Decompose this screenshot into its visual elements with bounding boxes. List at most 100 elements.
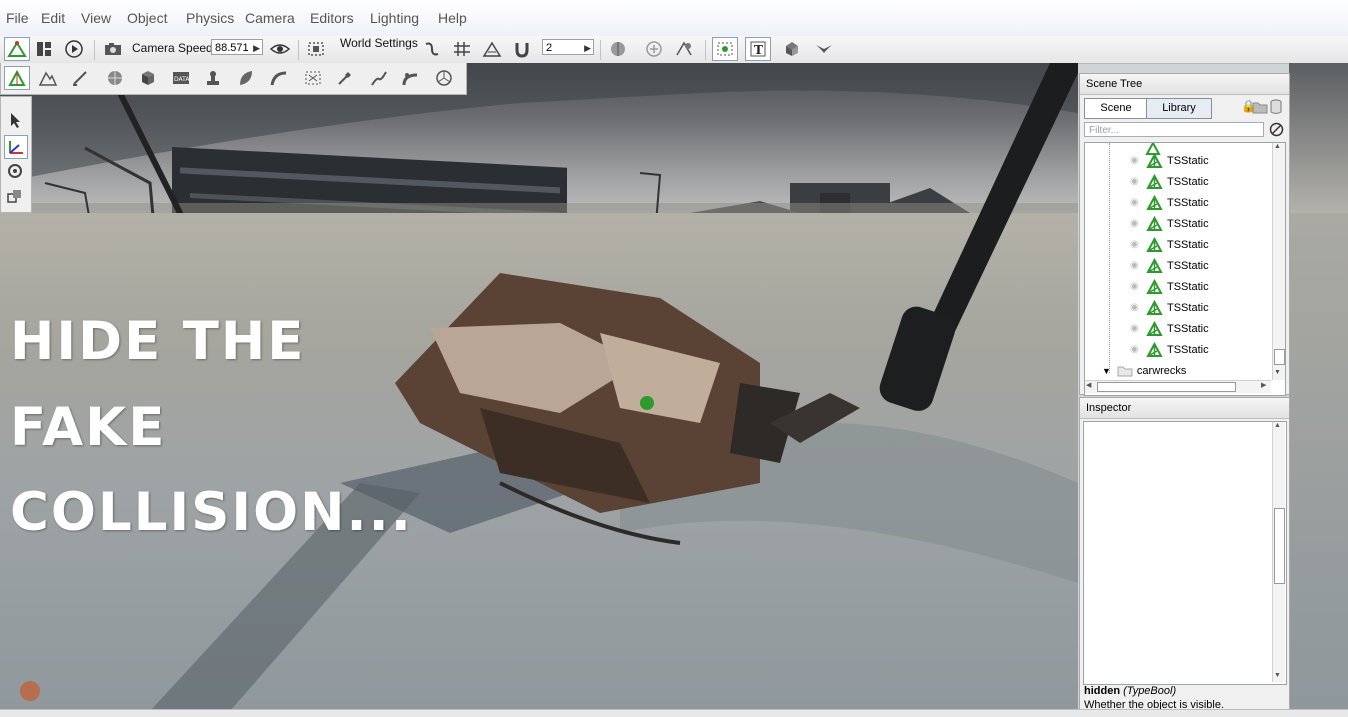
menu-bar: File Edit View Object Physics Camera Edi…	[0, 0, 1348, 37]
move-tool[interactable]	[4, 135, 28, 159]
scrollbar-thumb[interactable]	[1097, 382, 1236, 392]
world-editor-button[interactable]	[4, 37, 30, 61]
menu-file[interactable]: File	[6, 10, 29, 26]
snap-toggle-button[interactable]	[420, 38, 444, 60]
tree-item-label: TSStatic	[1167, 217, 1209, 230]
tree-item-tsstatic[interactable]: ◉ TSStatic	[1130, 255, 1209, 276]
scroll-left-icon[interactable]: ◀	[1086, 381, 1091, 389]
screenshot-button[interactable]	[304, 38, 328, 60]
particle-editor-tool[interactable]	[334, 67, 358, 89]
visibility-eye-icon[interactable]: ◉	[1130, 344, 1142, 355]
place-prefab-button[interactable]	[780, 38, 804, 60]
menu-view[interactable]: View	[81, 10, 111, 26]
scrollbar-thumb[interactable]	[1274, 508, 1285, 584]
mesh-road-tool[interactable]	[267, 67, 291, 89]
filter-input[interactable]: Filter...	[1084, 122, 1264, 137]
tree-item-tsstatic[interactable]: ◉ TSStatic	[1130, 339, 1209, 360]
increment-arrow-icon[interactable]: ▶	[253, 40, 260, 56]
visibility-eye-icon[interactable]: ◉	[1130, 155, 1142, 166]
object-editor-tool[interactable]	[4, 66, 30, 90]
decal-road-tool[interactable]	[399, 67, 423, 89]
increment-arrow-icon[interactable]: ▶	[584, 40, 591, 56]
visibility-eye-icon[interactable]: ◉	[1130, 218, 1142, 229]
add-object-button[interactable]	[642, 38, 666, 60]
select-tool[interactable]	[4, 109, 26, 131]
snap-icon	[425, 42, 439, 56]
drop-object-button[interactable]	[672, 38, 696, 60]
terrain-painter-tool[interactable]	[69, 67, 93, 89]
visibility-eye-icon[interactable]: ◉	[1130, 197, 1142, 208]
visibility-eye-icon[interactable]: ◉	[1130, 281, 1142, 292]
river-editor-tool[interactable]	[367, 67, 391, 89]
tab-library[interactable]: Library	[1146, 98, 1212, 119]
3d-viewport[interactable]: HIDE THE FAKE COLLISION...	[0, 63, 1078, 711]
camera-speed-label: Camera Speed	[132, 41, 213, 55]
terrain-snap-button[interactable]	[480, 38, 504, 60]
menu-edit[interactable]: Edit	[41, 10, 65, 26]
gui-editor-button[interactable]	[32, 38, 56, 60]
terrain-editor-tool[interactable]	[36, 67, 60, 89]
tree-item-label: TSStatic	[1167, 259, 1209, 272]
bird-button[interactable]	[812, 38, 836, 60]
arrow-cursor-icon	[11, 113, 20, 128]
text-labels-button[interactable]: T	[745, 37, 771, 61]
menu-lighting[interactable]: Lighting	[370, 10, 419, 26]
inspector-scrollbar[interactable]: ▲ ▼	[1272, 422, 1285, 682]
rotate-tool[interactable]	[4, 160, 26, 182]
tree-item-tsstatic[interactable]: ◉ TSStatic	[1130, 318, 1209, 339]
tree-item-tsstatic[interactable]: ◉ TSStatic	[1130, 297, 1209, 318]
tree-item-tsstatic[interactable]: ◉ TSStatic	[1130, 192, 1209, 213]
tree-item-tsstatic[interactable]: ◉ TSStatic	[1130, 171, 1209, 192]
camera-speed-field[interactable]: 88.571 ▶	[211, 39, 263, 55]
tree-vertical-scrollbar[interactable]: ▲ ▼	[1272, 143, 1285, 380]
menu-camera[interactable]: Camera	[245, 10, 295, 26]
scale-tool[interactable]	[4, 185, 26, 207]
tree-item-label: TSStatic	[1167, 280, 1209, 293]
clear-filter-icon[interactable]	[1269, 122, 1284, 137]
tab-scene[interactable]: Scene	[1084, 98, 1148, 119]
menu-object[interactable]: Object	[127, 10, 167, 26]
convex-editor-tool[interactable]	[301, 67, 325, 89]
decal-editor-tool[interactable]	[201, 67, 225, 89]
selection-mode-button[interactable]	[712, 37, 738, 61]
world-settings-label[interactable]: World Settings	[340, 36, 418, 50]
menu-help[interactable]: Help	[438, 10, 467, 26]
sketch-tool[interactable]	[136, 67, 160, 89]
menu-physics[interactable]: Physics	[186, 10, 234, 26]
visibility-eye-icon[interactable]: ◉	[1130, 260, 1142, 271]
object-mode-button[interactable]	[606, 38, 630, 60]
forest-editor-tool[interactable]	[234, 67, 258, 89]
grid-snap-button[interactable]	[450, 38, 474, 60]
tree-item-tsstatic[interactable]: ◉ TSStatic	[1130, 276, 1209, 297]
scrollbar-thumb[interactable]	[1274, 349, 1285, 365]
visibility-button[interactable]	[268, 38, 292, 60]
stamp-icon	[207, 71, 219, 85]
play-game-button[interactable]	[62, 38, 86, 60]
scroll-right-icon[interactable]: ▶	[1261, 381, 1266, 389]
scroll-down-icon[interactable]: ▼	[1274, 369, 1281, 376]
visibility-eye-icon[interactable]: ◉	[1130, 302, 1142, 313]
scroll-up-icon[interactable]: ▲	[1274, 143, 1281, 150]
shape-editor-tool[interactable]	[432, 67, 456, 89]
scroll-up-icon[interactable]: ▲	[1274, 422, 1281, 429]
tree-folder-row[interactable]: ▼ carwrecks	[1102, 360, 1186, 381]
tree-horizontal-scrollbar[interactable]: ◀ ▶	[1085, 380, 1271, 393]
visibility-eye-icon[interactable]: ◉	[1130, 239, 1142, 250]
expand-arrow-icon[interactable]: ▼	[1102, 366, 1111, 376]
camera-button[interactable]	[101, 38, 125, 60]
visibility-eye-icon[interactable]: ◉	[1130, 323, 1142, 334]
folder-icon[interactable]	[1252, 100, 1268, 114]
scroll-down-icon[interactable]: ▼	[1274, 672, 1281, 679]
tsstatic-icon	[1146, 321, 1163, 336]
tree-item-tsstatic[interactable]: ◉ TSStatic	[1130, 150, 1209, 171]
tree-item-tsstatic[interactable]: ◉ TSStatic	[1130, 234, 1209, 255]
menu-editors[interactable]: Editors	[310, 10, 354, 26]
datablock-editor-tool[interactable]: DATA	[169, 67, 193, 89]
tree-item-tsstatic[interactable]: ◉ TSStatic	[1130, 213, 1209, 234]
magnet-button[interactable]	[510, 38, 534, 60]
database-icon[interactable]	[1270, 99, 1282, 115]
play-icon	[65, 40, 83, 58]
snap-size-field[interactable]: 2 ▶	[542, 39, 594, 55]
visibility-eye-icon[interactable]: ◉	[1130, 176, 1142, 187]
material-editor-tool[interactable]	[103, 67, 127, 89]
